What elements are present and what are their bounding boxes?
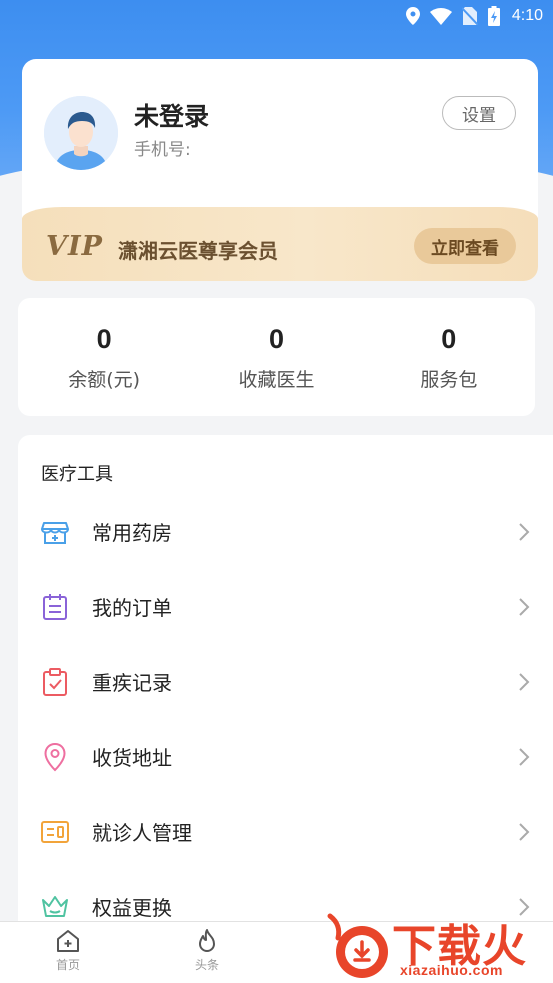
stats-card: 0 余额(元) 0 收藏医生 0 服务包	[18, 298, 535, 416]
no-sim-icon	[461, 7, 478, 25]
tab-home[interactable]: 首页	[38, 928, 98, 973]
tab-headlines[interactable]: 头条	[177, 928, 237, 973]
menu-label: 常用药房	[92, 521, 172, 545]
chevron-right-icon	[519, 522, 530, 541]
home-icon	[57, 930, 79, 952]
flame-icon	[199, 929, 215, 952]
chevron-right-icon	[519, 597, 530, 616]
patient-card-icon	[41, 820, 69, 843]
stat-service-packages[interactable]: 0 服务包	[363, 298, 535, 416]
menu-label: 重疾记录	[92, 671, 172, 695]
stat-label: 收藏医生	[238, 369, 315, 391]
wifi-icon	[429, 7, 452, 25]
location-pin-icon	[44, 742, 66, 771]
status-bar: 4:10	[0, 0, 553, 32]
status-time: 4:10	[511, 7, 543, 24]
vip-logo: VIP	[46, 231, 103, 262]
menu-item-illness-record[interactable]: 重疾记录	[18, 644, 553, 719]
menu-label: 权益更换	[92, 896, 172, 920]
location-icon	[405, 7, 420, 25]
menu-label: 我的订单	[92, 596, 172, 620]
watermark: 下载火 xiazaihuo.com	[322, 908, 553, 983]
battery-charging-icon	[487, 6, 500, 26]
watermark-subtext: xiazaihuo.com	[400, 962, 503, 978]
medical-tools-card: 医疗工具 常用药房 我的订单 重疾记录 收货地址 就诊人管理 权益更换	[18, 435, 553, 935]
menu-item-patients[interactable]: 就诊人管理	[18, 794, 553, 869]
vip-text: 潇湘云医尊享会员	[118, 239, 278, 263]
stat-value: 0	[268, 324, 284, 354]
menu-label: 收货地址	[92, 746, 172, 770]
chevron-right-icon	[519, 747, 530, 766]
vip-view-button[interactable]: 立即查看	[414, 228, 516, 264]
clipboard-check-icon	[43, 667, 67, 696]
chevron-right-icon	[519, 672, 530, 691]
pharmacy-icon	[41, 521, 69, 544]
order-icon	[43, 593, 67, 620]
menu-item-pharmacy[interactable]: 常用药房	[18, 494, 553, 569]
stat-value: 0	[441, 324, 457, 354]
stat-label: 余额(元)	[68, 369, 141, 391]
profile-card: 未登录 手机号: 设置 VIP 潇湘云医尊享会员 立即查看	[22, 59, 538, 281]
stat-favorite-doctors[interactable]: 0 收藏医生	[190, 298, 362, 416]
phone-label: 手机号:	[134, 140, 191, 160]
menu-item-orders[interactable]: 我的订单	[18, 569, 553, 644]
vip-banner[interactable]: VIP 潇湘云医尊享会员 立即查看	[22, 207, 538, 281]
tab-label: 首页	[55, 958, 80, 972]
tab-label: 头条	[194, 958, 219, 972]
menu-item-address[interactable]: 收货地址	[18, 719, 553, 794]
watermark-logo-icon	[327, 913, 388, 978]
tools-title: 医疗工具	[41, 464, 113, 485]
user-name[interactable]: 未登录	[134, 97, 209, 133]
user-avatar-icon[interactable]	[44, 96, 118, 170]
stat-value: 0	[96, 324, 112, 354]
settings-button[interactable]: 设置	[442, 96, 516, 130]
crown-icon	[42, 895, 68, 917]
chevron-right-icon	[519, 822, 530, 841]
stat-balance[interactable]: 0 余额(元)	[18, 298, 190, 416]
menu-label: 就诊人管理	[92, 821, 192, 845]
stat-label: 服务包	[420, 369, 478, 391]
